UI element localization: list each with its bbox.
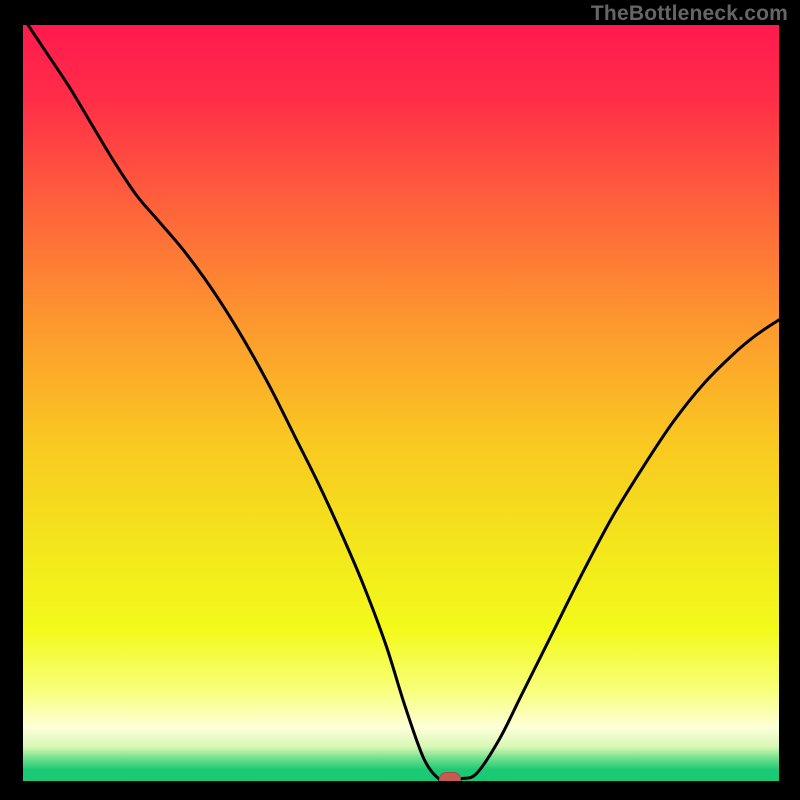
curve-line (23, 25, 779, 781)
watermark-text: TheBottleneck.com (591, 2, 788, 26)
chart-frame: TheBottleneck.com (0, 0, 800, 800)
plot-area (23, 25, 779, 781)
minimum-marker-icon (439, 772, 461, 781)
